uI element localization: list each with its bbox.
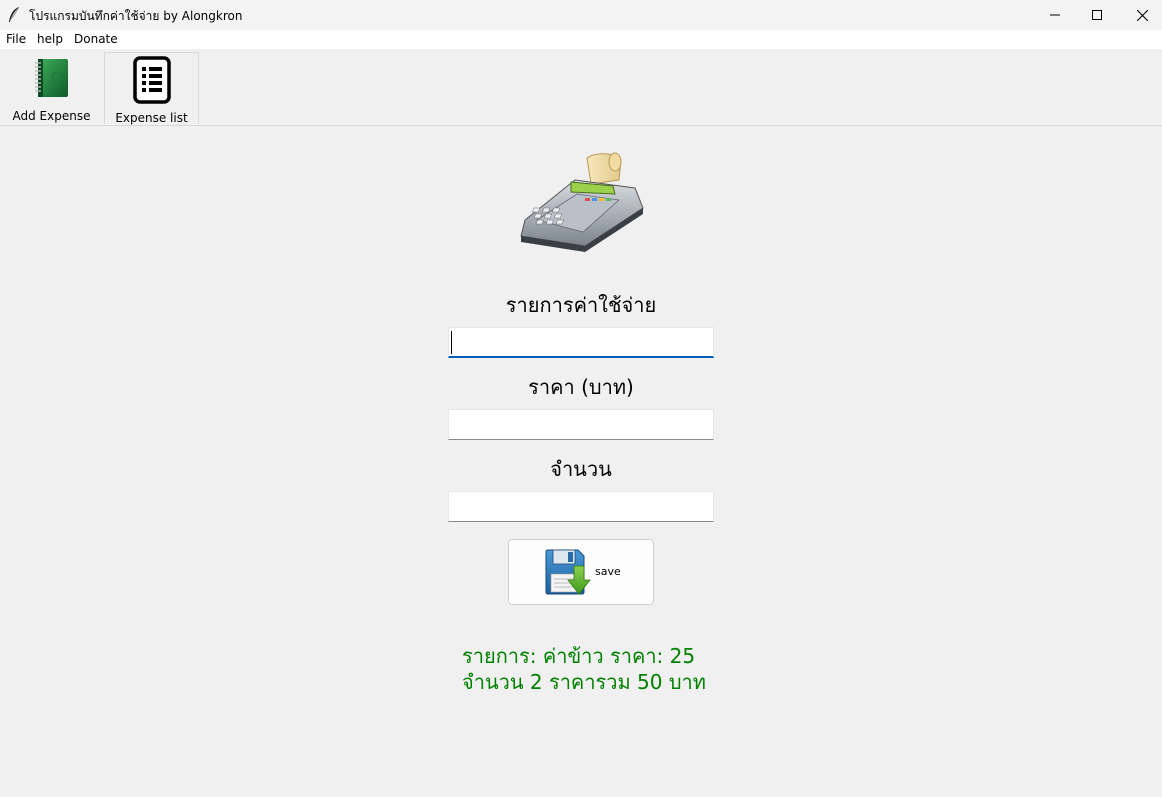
save-button[interactable]: save <box>508 539 654 605</box>
quantity-input[interactable] <box>448 491 714 522</box>
cash-register-image <box>515 150 645 252</box>
price-label: ราคา (บาท) <box>528 375 634 399</box>
save-label: save <box>595 565 621 578</box>
result-line-2: จำนวน 2 ราคารวม 50 บาท <box>462 670 706 694</box>
green-notebook-icon <box>33 57 71 103</box>
feather-icon <box>7 6 21 24</box>
price-input[interactable] <box>448 409 714 440</box>
list-document-icon <box>132 56 171 108</box>
tab-label: Add Expense <box>12 109 91 123</box>
tab-expense-list[interactable]: Expense list <box>104 52 199 125</box>
floppy-disk-download-icon <box>544 548 592 600</box>
tab-label: Expense list <box>115 111 188 125</box>
menu-help[interactable]: help <box>37 32 63 46</box>
close-button[interactable] <box>1119 0 1162 30</box>
item-input[interactable] <box>448 327 714 358</box>
text-caret <box>451 331 452 354</box>
tab-bar: Add Expense Expense list <box>0 49 1162 126</box>
menu-bar: File help Donate <box>0 30 1162 49</box>
menu-file[interactable]: File <box>6 32 26 46</box>
minimize-button[interactable] <box>1032 0 1078 30</box>
minimize-icon <box>1050 14 1060 16</box>
tab-add-expense[interactable]: Add Expense <box>0 52 103 125</box>
window-title: โปรแกรมบันทึกค่าใช้จ่าย by Alongkron <box>29 9 243 23</box>
maximize-button[interactable] <box>1074 0 1120 30</box>
maximize-icon <box>1092 10 1102 20</box>
close-icon <box>1136 9 1148 21</box>
title-bar: โปรแกรมบันทึกค่าใช้จ่าย by Alongkron <box>0 0 1162 30</box>
result-line-1: รายการ: ค่าข้าว ราคา: 25 <box>462 644 696 668</box>
menu-donate[interactable]: Donate <box>74 32 118 46</box>
item-label: รายการค่าใช้จ่าย <box>505 293 657 317</box>
quantity-label: จำนวน <box>550 457 612 481</box>
